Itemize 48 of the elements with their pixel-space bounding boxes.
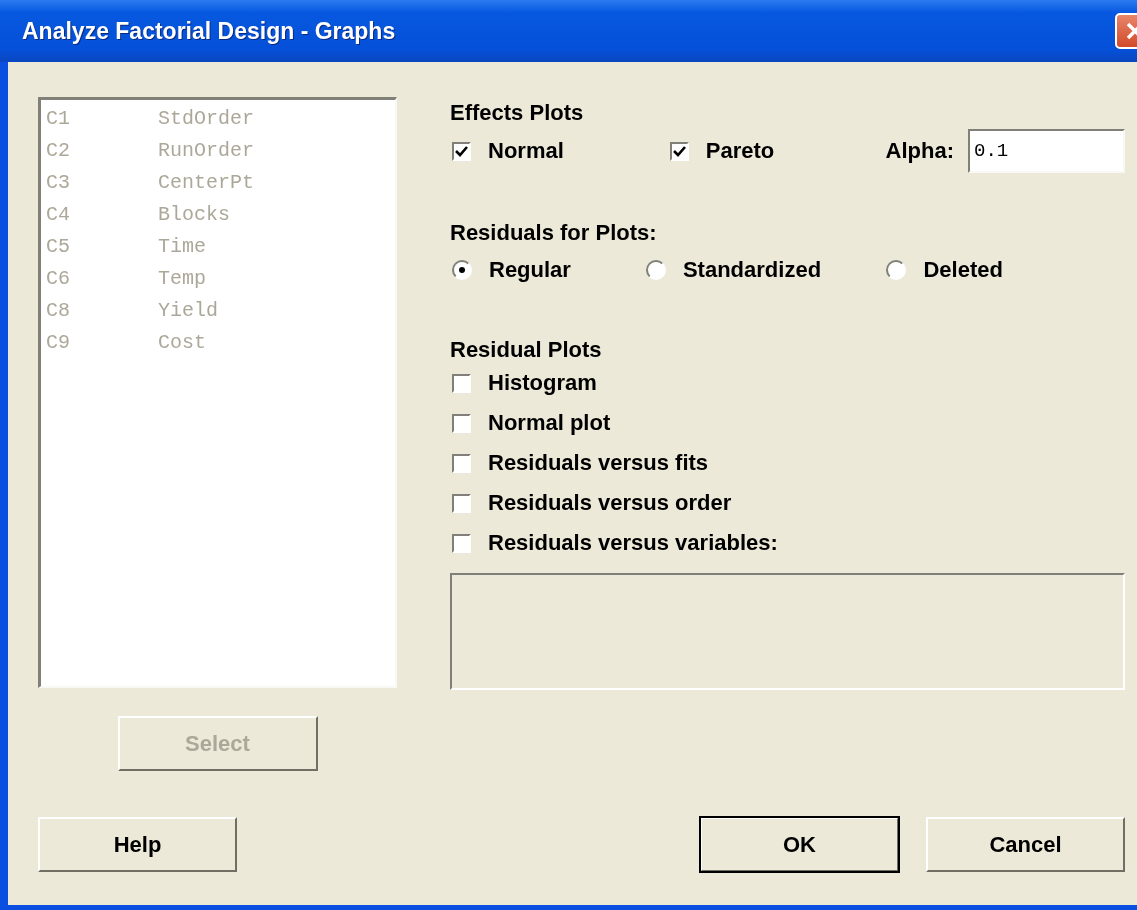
- column-id: C2: [46, 138, 71, 162]
- column-id: C3: [46, 170, 71, 194]
- checkbox-label: Normal: [488, 138, 564, 164]
- checkbox-label: Histogram: [488, 370, 597, 396]
- section-heading: Effects Plots: [450, 99, 584, 127]
- radio-label: Deleted: [923, 257, 1003, 283]
- dialog-button[interactable]: OK: [700, 817, 899, 872]
- column-id: C6: [46, 266, 71, 290]
- variable-name: StdOrder: [158, 106, 254, 130]
- radio-label: Regular: [489, 257, 571, 283]
- alpha-field[interactable]: 0.1: [968, 129, 1125, 173]
- checkbox[interactable]: [452, 413, 471, 433]
- section-heading: Residuals for Plots:: [450, 219, 657, 247]
- checkbox[interactable]: [452, 533, 471, 553]
- checkbox[interactable]: [669, 141, 689, 161]
- window-title: Analyze Factorial Design - Graphs: [22, 17, 397, 45]
- column-id: C9: [46, 330, 71, 354]
- checkbox[interactable]: [452, 373, 471, 393]
- variable-name: CenterPt: [158, 170, 254, 194]
- variable-name: Yield: [158, 298, 218, 322]
- column-id: C4: [46, 202, 71, 226]
- check-icon: [455, 145, 468, 157]
- radio-button[interactable]: [452, 260, 472, 280]
- radio-button[interactable]: [886, 260, 907, 280]
- column-id: C5: [46, 234, 71, 258]
- variable-name: Time: [158, 234, 206, 258]
- dialog-button[interactable]: Cancel: [926, 817, 1125, 872]
- section-heading: Residual Plots: [450, 336, 602, 364]
- column-id: C1: [46, 106, 71, 130]
- field-label: Alpha:: [885, 137, 954, 165]
- checkbox-label: Normal plot: [488, 410, 611, 436]
- variable-name: RunOrder: [158, 138, 254, 162]
- checkbox-label: Residuals versus fits: [488, 450, 709, 476]
- variables-field[interactable]: [450, 573, 1125, 690]
- checkbox[interactable]: [452, 493, 471, 513]
- radio-label: Standardized: [682, 257, 822, 283]
- check-icon: [672, 145, 686, 157]
- variable-name: Cost: [158, 330, 206, 354]
- variable-name: Blocks: [158, 202, 230, 226]
- checkbox-label: Pareto: [705, 138, 775, 164]
- radio-button[interactable]: [645, 260, 666, 280]
- dialog-button[interactable]: Help: [38, 817, 237, 872]
- checkbox[interactable]: [452, 453, 471, 473]
- variable-name: Temp: [158, 266, 206, 290]
- column-id: C8: [46, 298, 71, 322]
- checkbox-label: Residuals versus order: [488, 490, 732, 516]
- checkbox-label: Residuals versus variables:: [488, 530, 778, 556]
- checkbox[interactable]: [452, 141, 471, 161]
